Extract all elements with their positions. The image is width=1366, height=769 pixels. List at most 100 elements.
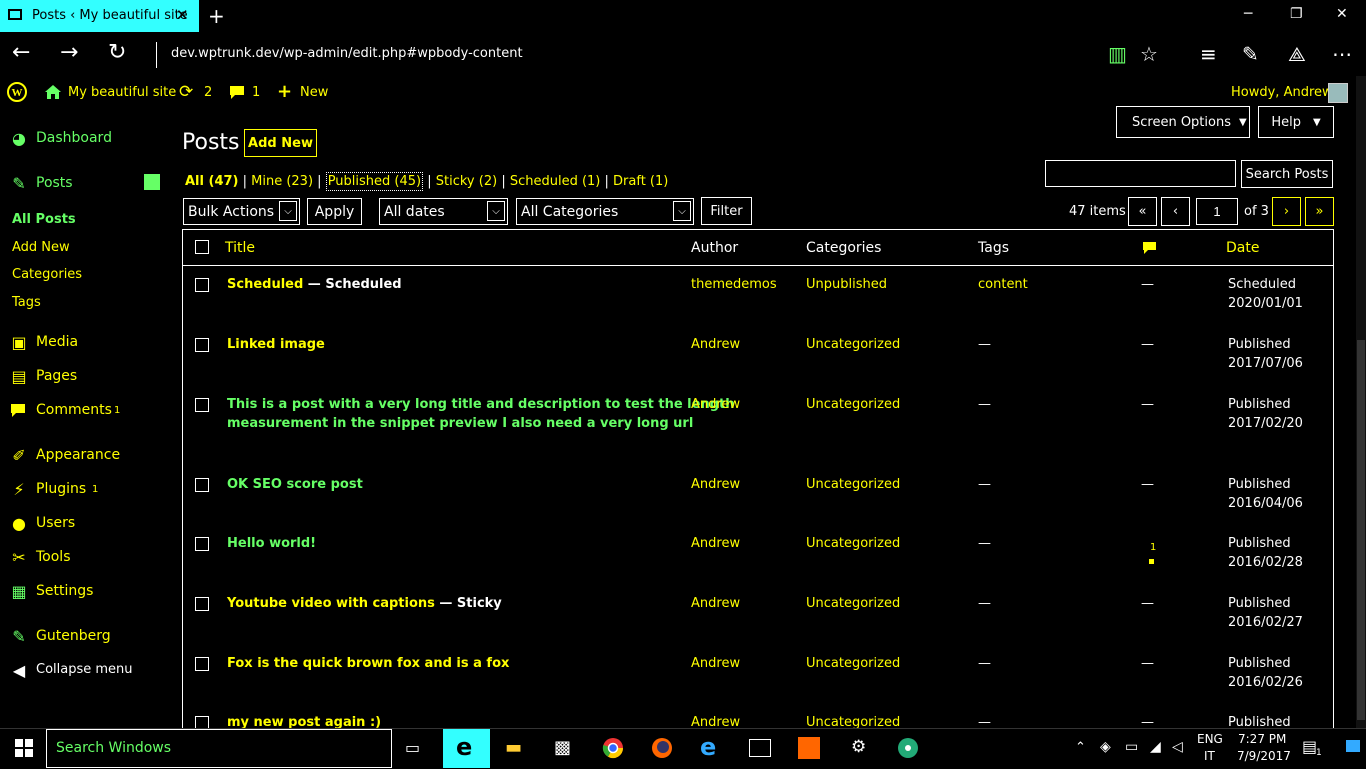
clock-date[interactable]: 7/9/2017 — [1237, 749, 1291, 763]
column-date[interactable]: Date — [1226, 240, 1259, 256]
web-note-icon[interactable]: ✎ — [1242, 42, 1259, 66]
post-author-link[interactable]: Andrew — [691, 397, 740, 412]
filter-button[interactable]: Filter — [701, 197, 752, 225]
first-page-button[interactable]: « — [1128, 197, 1157, 226]
post-category-link[interactable]: Uncategorized — [806, 656, 900, 671]
sidebar-item-plugins[interactable]: Plugins — [36, 481, 86, 497]
row-checkbox[interactable] — [195, 278, 209, 292]
search-input[interactable] — [1045, 160, 1236, 187]
sidebar-item-appearance[interactable]: Appearance — [36, 447, 120, 463]
firefox-icon[interactable] — [651, 737, 673, 759]
apply-button[interactable]: Apply — [307, 198, 362, 225]
clock-time[interactable]: 7:27 PM — [1238, 732, 1286, 746]
select-all-checkbox[interactable] — [195, 240, 209, 254]
reading-view-icon[interactable]: ▥ — [1108, 42, 1127, 66]
next-page-button[interactable]: › — [1272, 197, 1301, 226]
back-icon[interactable]: ← — [12, 40, 30, 65]
new-content-link[interactable]: New — [300, 85, 328, 100]
restore-icon[interactable]: ❐ — [1290, 6, 1303, 22]
collapse-icon[interactable]: ◀ — [9, 661, 29, 680]
post-author-link[interactable]: Andrew — [691, 337, 740, 352]
post-title-link[interactable]: Youtube video with captions — [227, 596, 435, 611]
settings-gear-icon[interactable]: ⚙ — [851, 737, 866, 757]
post-title-link[interactable]: Scheduled — [227, 277, 303, 292]
search-posts-button[interactable]: Search Posts — [1241, 160, 1333, 188]
language-bottom[interactable]: IT — [1204, 749, 1215, 763]
post-comments-count[interactable]: 1 — [1150, 542, 1156, 553]
sidebar-item-tools[interactable]: Tools — [36, 549, 71, 565]
forward-icon[interactable]: → — [60, 40, 78, 65]
post-title-link[interactable]: OK SEO score post — [227, 477, 363, 492]
row-checkbox[interactable] — [195, 338, 209, 352]
dates-select[interactable]: All dates ⌵ — [379, 198, 508, 225]
sidebar-item-gutenberg[interactable]: Gutenberg — [36, 628, 111, 644]
post-category-link[interactable]: Unpublished — [806, 277, 887, 292]
post-author-link[interactable]: Andrew — [691, 536, 740, 551]
post-tags[interactable]: content — [978, 277, 1028, 292]
add-new-button[interactable]: Add New — [244, 129, 317, 157]
wordpress-logo-icon[interactable]: W — [7, 82, 27, 102]
post-category-link[interactable]: Uncategorized — [806, 596, 900, 611]
column-title[interactable]: Title — [225, 240, 255, 256]
prev-page-button[interactable]: ‹ — [1161, 197, 1190, 226]
submenu-categories[interactable]: Categories — [12, 267, 82, 282]
atom-icon[interactable] — [897, 737, 919, 759]
language-top[interactable]: ENG — [1197, 732, 1223, 746]
post-title-link[interactable]: Hello world! — [227, 536, 316, 551]
filter-draft[interactable]: Draft (1) — [613, 174, 668, 189]
task-view-icon[interactable]: ▭ — [405, 738, 420, 757]
sidebar-item-pages[interactable]: Pages — [36, 368, 77, 384]
new-tab-icon[interactable]: + — [208, 4, 225, 28]
submenu-tags[interactable]: Tags — [12, 295, 41, 310]
terminal-icon[interactable] — [749, 739, 771, 757]
post-author-link[interactable]: Andrew — [691, 656, 740, 671]
refresh-icon[interactable]: ↻ — [108, 40, 126, 65]
wifi-icon[interactable]: ◢ — [1150, 739, 1161, 755]
bulk-actions-select[interactable]: Bulk Actions ⌵ — [183, 198, 300, 225]
row-checkbox[interactable] — [195, 398, 209, 412]
windows-start-icon[interactable] — [15, 739, 33, 757]
post-author-link[interactable]: Andrew — [691, 477, 740, 492]
show-hidden-icons[interactable]: ⌃ — [1075, 740, 1086, 755]
site-name-link[interactable]: My beautiful site — [68, 85, 176, 100]
comments-column-icon[interactable] — [1142, 241, 1157, 256]
dropbox-icon[interactable]: ◈ — [1100, 739, 1111, 755]
action-center-icon[interactable]: ▤ — [1302, 737, 1317, 756]
filter-all[interactable]: All (47) — [185, 174, 238, 189]
post-category-link[interactable]: Uncategorized — [806, 536, 900, 551]
filter-sticky[interactable]: Sticky (2) — [436, 174, 497, 189]
browser-tab[interactable]: Posts ‹ My beautiful site ✕ — [0, 0, 199, 32]
minimize-icon[interactable]: ─ — [1244, 6, 1252, 22]
plus-icon[interactable]: + — [277, 81, 292, 102]
close-tab-icon[interactable]: ✕ — [176, 6, 189, 24]
current-page-input[interactable] — [1196, 198, 1238, 225]
chrome-icon[interactable] — [602, 737, 624, 759]
comments-icon[interactable] — [229, 85, 245, 100]
categories-select[interactable]: All Categories ⌵ — [516, 198, 694, 225]
url-field[interactable]: dev.wptrunk.dev/wp-admin/edit.php#wpbody… — [171, 46, 523, 61]
post-author-link[interactable]: Andrew — [691, 596, 740, 611]
filter-published[interactable]: Published (45) — [325, 172, 424, 191]
avatar[interactable] — [1328, 83, 1348, 103]
post-author-link[interactable]: themedemos — [691, 277, 777, 292]
hub-icon[interactable]: ≡ — [1200, 42, 1217, 66]
submenu-all-posts[interactable]: All Posts — [12, 212, 76, 227]
row-checkbox[interactable] — [195, 478, 209, 492]
more-icon[interactable]: ⋯ — [1332, 42, 1352, 66]
sidebar-item-users[interactable]: Users — [36, 515, 75, 531]
volume-icon[interactable]: ◁ — [1172, 739, 1183, 755]
close-window-icon[interactable]: ✕ — [1336, 6, 1348, 22]
updates-count[interactable]: 2 — [204, 85, 212, 100]
post-title-link[interactable]: This is a post with a very long title an… — [227, 397, 734, 412]
sidebar-item-dashboard[interactable]: Dashboard — [36, 130, 112, 146]
scrollbar-thumb[interactable] — [1357, 340, 1365, 720]
collapse-menu[interactable]: Collapse menu — [36, 662, 133, 677]
favorite-star-icon[interactable]: ☆ — [1140, 42, 1158, 66]
comments-count[interactable]: 1 — [252, 85, 260, 100]
help-button[interactable]: Help ▼ — [1258, 106, 1334, 138]
post-category-link[interactable]: Uncategorized — [806, 477, 900, 492]
last-page-button[interactable]: » — [1305, 197, 1334, 226]
post-title-link-line2[interactable]: measurement in the snippet preview I als… — [227, 416, 693, 431]
xampp-icon[interactable] — [798, 737, 820, 759]
updates-icon[interactable]: ⟳ — [179, 82, 193, 102]
